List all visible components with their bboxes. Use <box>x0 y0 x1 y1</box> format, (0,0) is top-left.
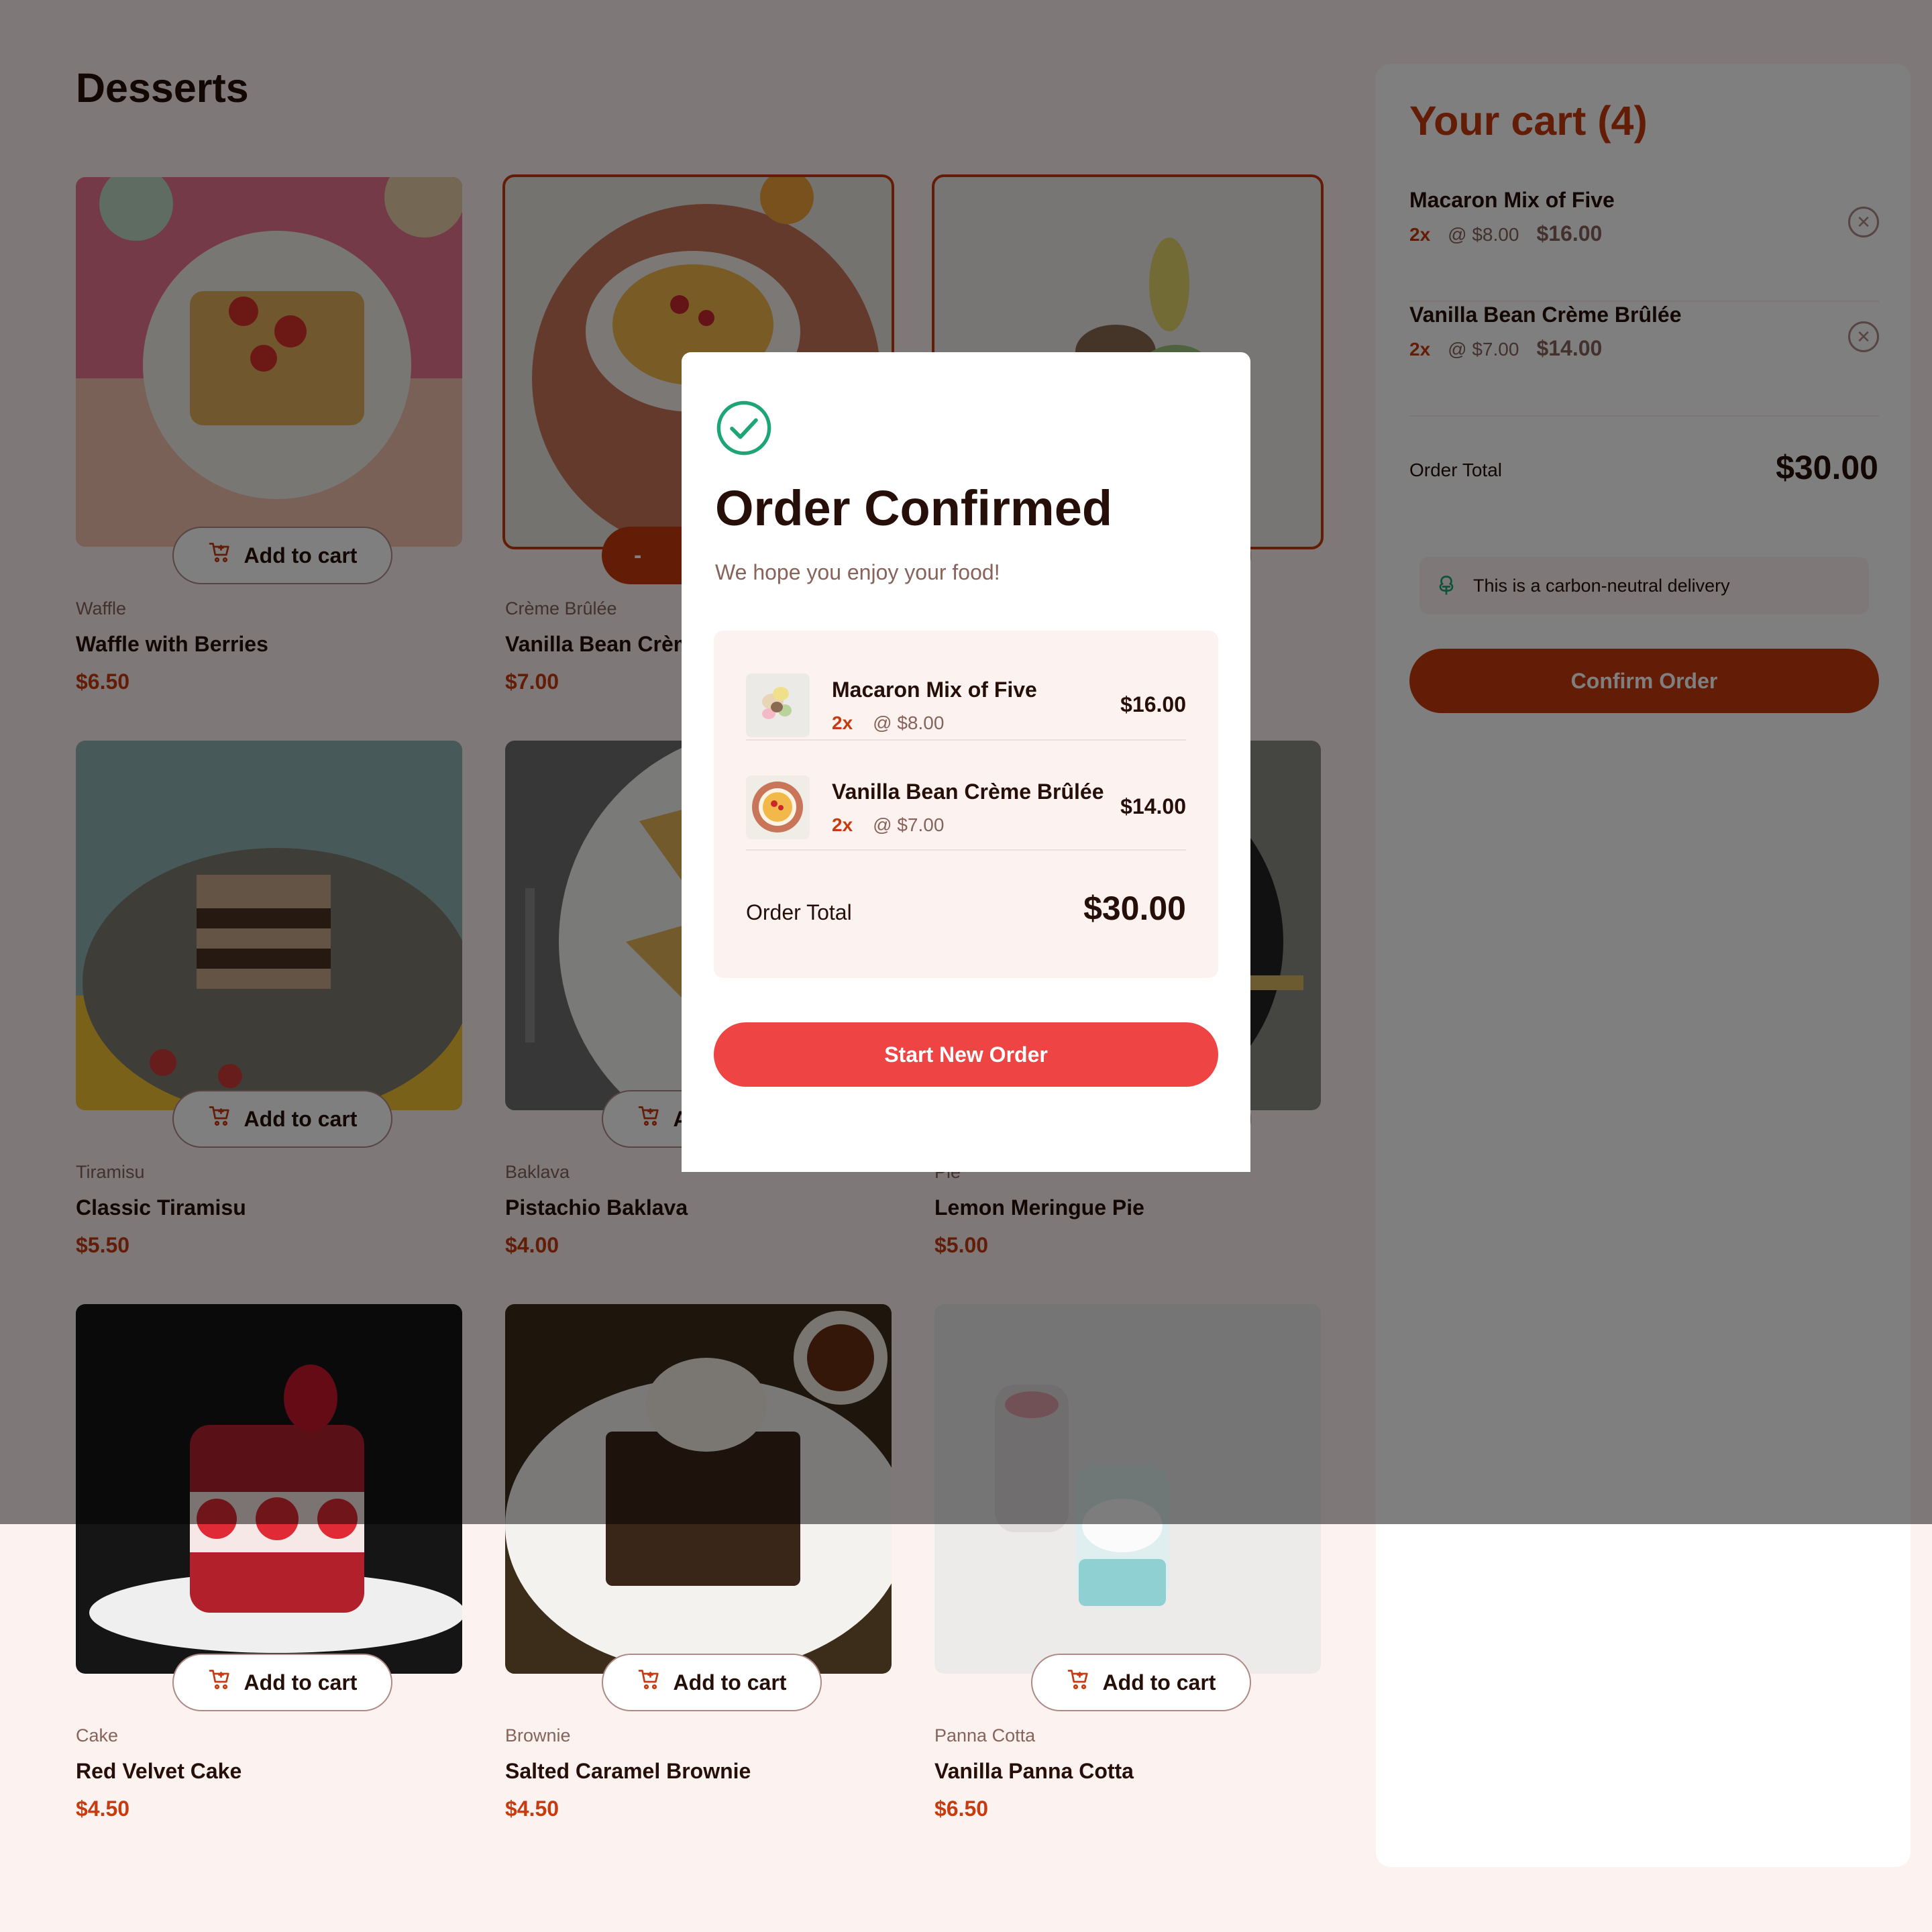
order-item-qty: 2x <box>832 712 853 733</box>
order-item-unit-price: @ $7.00 <box>873 814 945 835</box>
product-name: Salted Caramel Brownie <box>505 1759 751 1783</box>
add-to-cart-button[interactable]: Add to cart <box>1031 1654 1251 1711</box>
product-price: $4.50 <box>505 1796 559 1821</box>
order-item-name: Vanilla Bean Crème Brûlée <box>832 780 1104 804</box>
product-name: Red Velvet Cake <box>76 1759 242 1783</box>
add-to-cart-icon <box>1067 1668 1091 1697</box>
start-new-order-button[interactable]: Start New Order <box>714 1022 1218 1087</box>
add-to-cart-label: Add to cart <box>244 1670 358 1695</box>
order-summary: Macaron Mix of Five 2x @ $8.00 $16.00 Va… <box>714 631 1218 978</box>
order-item: Macaron Mix of Five 2x @ $8.00 $16.00 <box>746 631 1186 741</box>
check-circle-icon <box>716 400 771 455</box>
product-category: Panna Cotta <box>934 1725 1036 1746</box>
modal-title: Order Confirmed <box>715 480 1113 536</box>
modal-order-total-value: $30.00 <box>1083 890 1186 927</box>
add-to-cart-label: Add to cart <box>673 1670 787 1695</box>
add-to-cart-icon <box>208 1668 232 1697</box>
add-to-cart-button[interactable]: Add to cart <box>172 1654 392 1711</box>
item-thumbnail <box>746 674 810 737</box>
add-to-cart-icon <box>637 1668 661 1697</box>
modal-subtitle: We hope you enjoy your food! <box>715 560 1000 584</box>
order-item-total: $14.00 <box>1120 794 1186 818</box>
order-item-name: Macaron Mix of Five <box>832 678 1037 702</box>
order-item-unit-price: @ $8.00 <box>873 712 945 733</box>
add-to-cart-button[interactable]: Add to cart <box>602 1654 822 1711</box>
modal-order-total-label: Order Total <box>746 900 852 924</box>
product-category: Brownie <box>505 1725 571 1746</box>
product-price: $4.50 <box>76 1796 130 1821</box>
order-item-qty: 2x <box>832 814 853 835</box>
product-price: $6.50 <box>934 1796 989 1821</box>
product-category: Cake <box>76 1725 119 1746</box>
order-confirmed-dialog: Order Confirmed We hope you enjoy your f… <box>682 352 1250 1172</box>
order-item: Vanilla Bean Crème Brûlée 2x @ $7.00 $14… <box>746 741 1186 851</box>
product-name: Vanilla Panna Cotta <box>934 1759 1134 1783</box>
item-thumbnail <box>746 775 810 839</box>
add-to-cart-label: Add to cart <box>1102 1670 1216 1695</box>
order-item-total: $16.00 <box>1120 692 1186 716</box>
